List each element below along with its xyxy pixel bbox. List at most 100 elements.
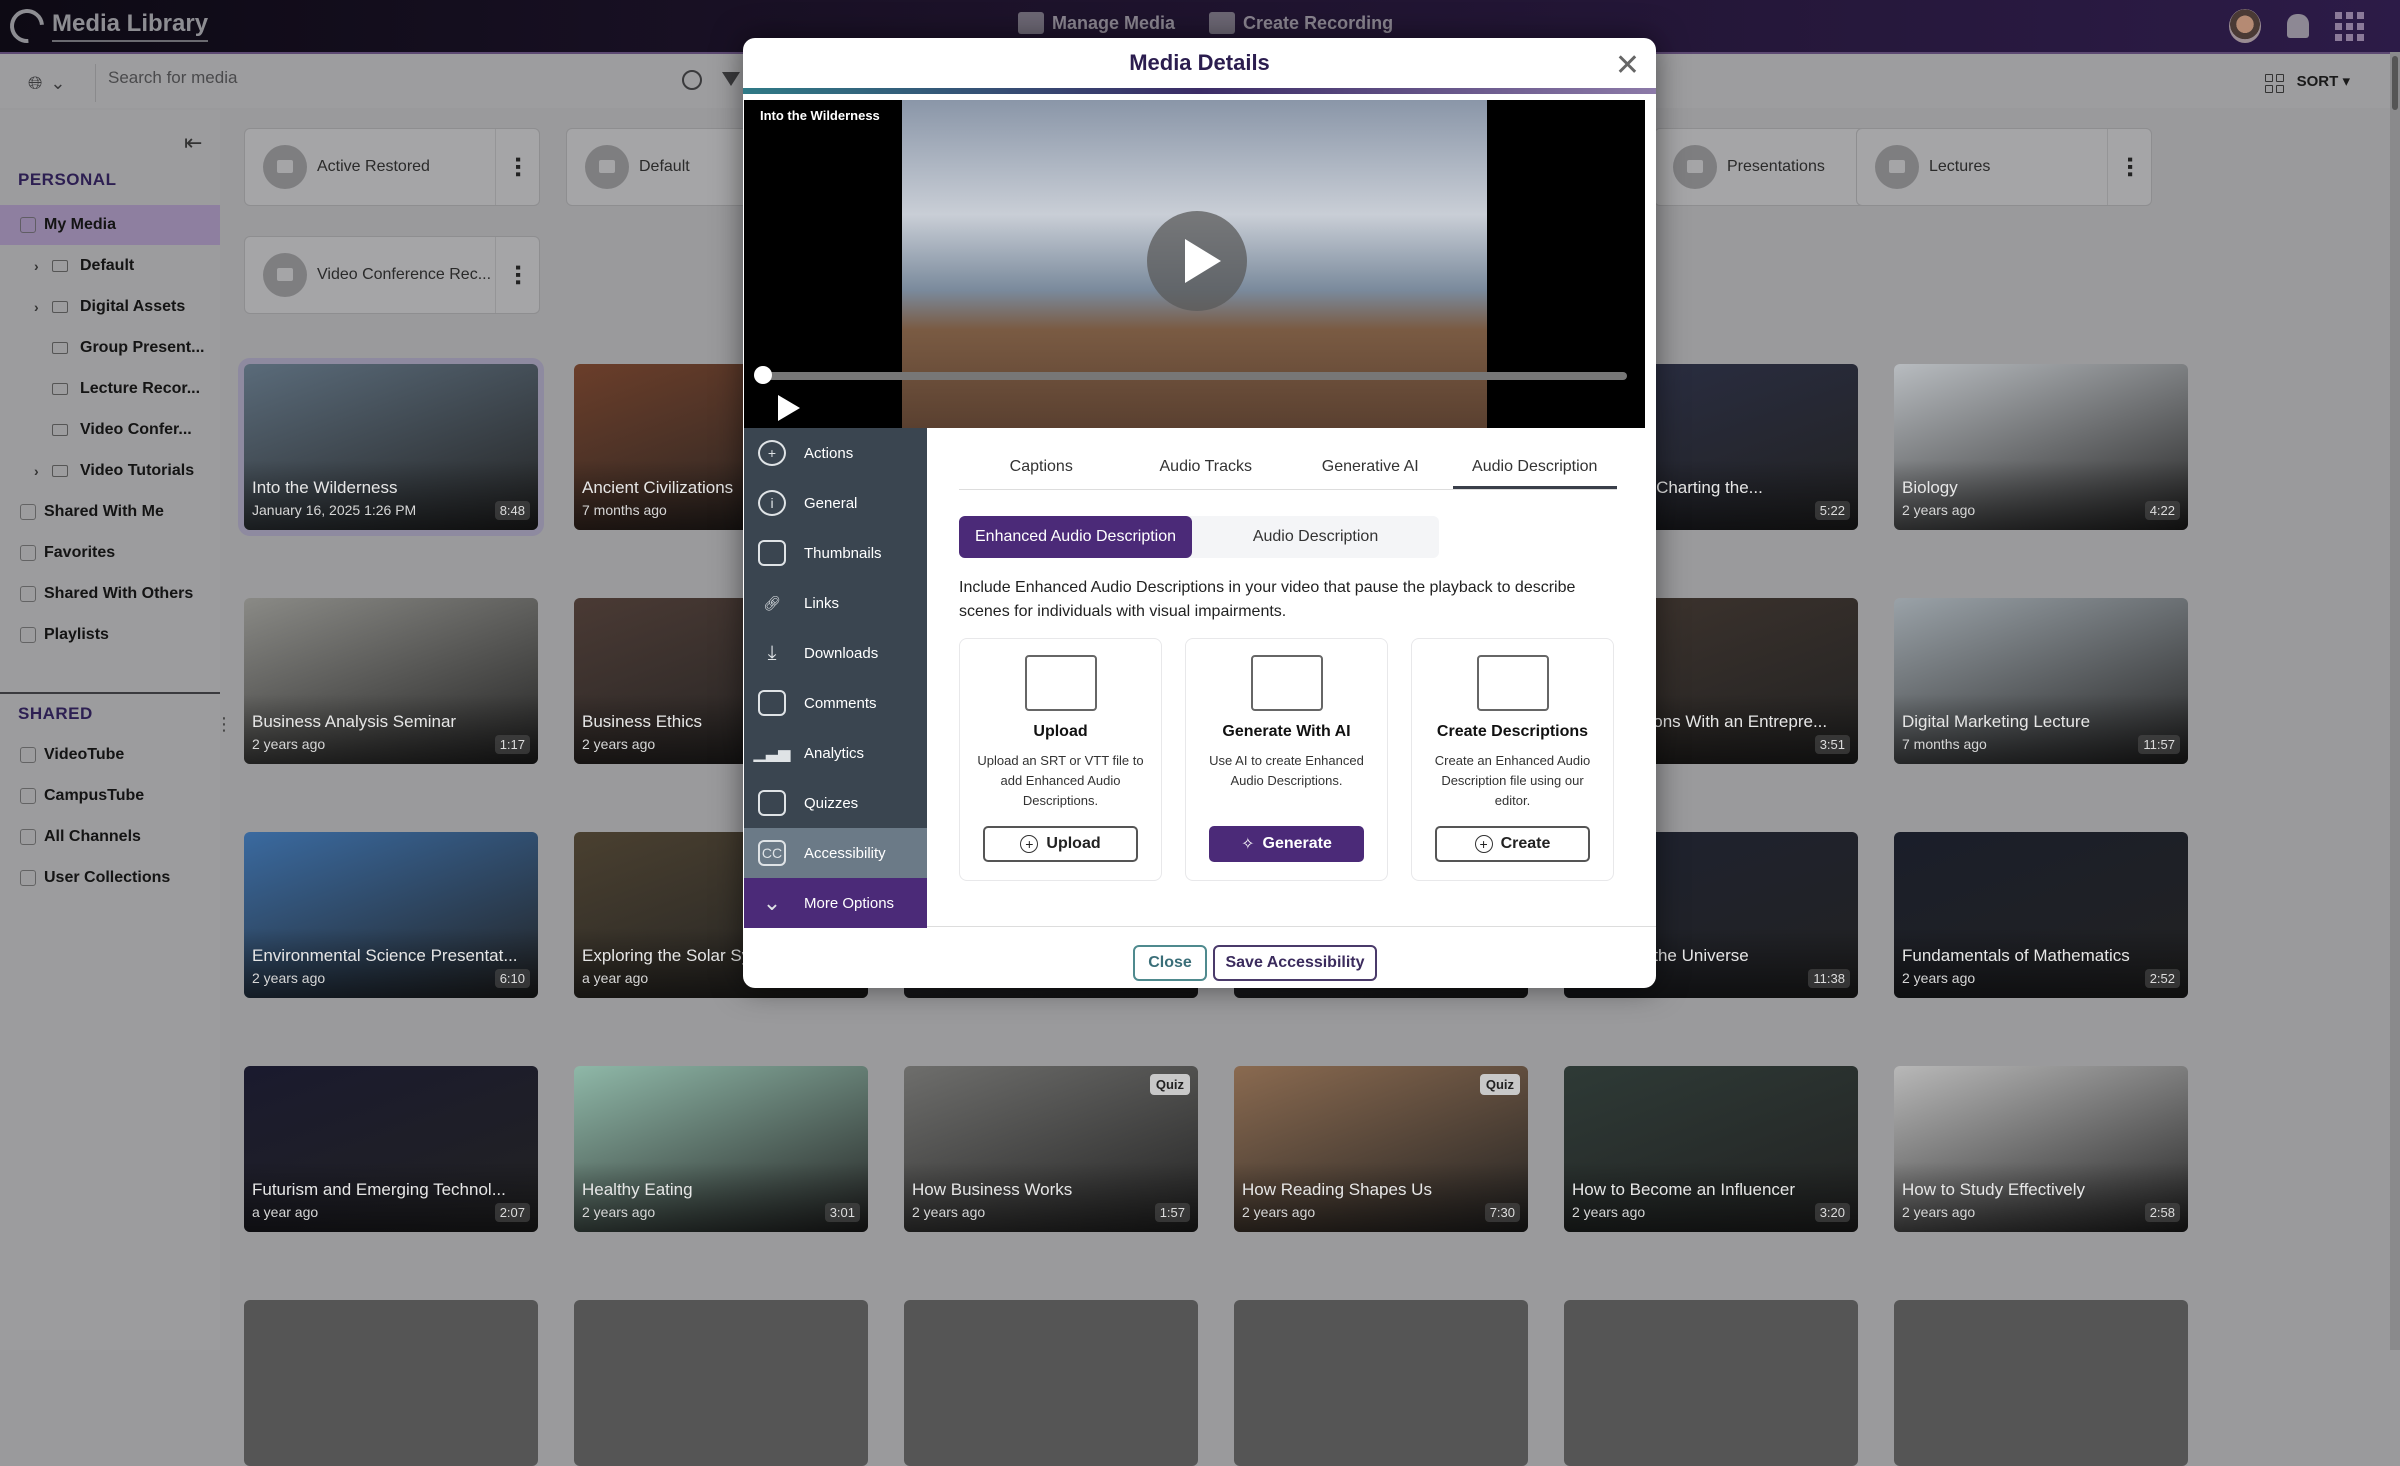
media-card[interactable]: Business Analysis Seminar 2 years ago 1:17 bbox=[244, 598, 538, 764]
media-date: 2 years ago bbox=[1902, 970, 1976, 986]
tab-audio-tracks[interactable]: Audio Tracks bbox=[1124, 448, 1289, 489]
page-scrollbar[interactable] bbox=[2390, 52, 2400, 1350]
sidebar-item-video-tutorials[interactable]: › Video Tutorials bbox=[0, 451, 220, 491]
folder-icon bbox=[52, 260, 68, 272]
media-card[interactable] bbox=[1894, 1300, 2188, 1466]
media-title: Environmental Science Presentat... bbox=[252, 946, 518, 965]
video-player[interactable]: Into the Wilderness bbox=[744, 100, 1645, 428]
sidebar-item-favorites[interactable]: Favorites bbox=[0, 533, 220, 573]
more-vertical-icon[interactable]: ⋯ bbox=[495, 129, 539, 205]
search-icon[interactable] bbox=[682, 70, 702, 90]
user-avatar[interactable] bbox=[2229, 9, 2261, 43]
users-share-icon bbox=[20, 586, 36, 602]
nav-downloads[interactable]: ⤓ Downloads bbox=[744, 628, 927, 678]
seek-bar[interactable] bbox=[760, 372, 1627, 380]
close-button[interactable]: Close bbox=[1133, 945, 1207, 981]
sidebar-item-user-collections[interactable]: User Collections bbox=[0, 858, 220, 898]
media-card[interactable]: Digital Marketing Lecture 7 months ago 11:… bbox=[1894, 598, 2188, 764]
sidebar-item-video-conference[interactable]: Video Confer... bbox=[0, 410, 220, 450]
folder-card[interactable]: Video Conference Rec... ⋯ bbox=[244, 236, 540, 314]
media-card[interactable]: Into the Wilderness January 16, 2025 1:26… bbox=[238, 358, 544, 536]
apps-grid-icon[interactable] bbox=[2335, 11, 2364, 41]
nav-accessibility[interactable]: CC Accessibility bbox=[744, 828, 927, 878]
media-card[interactable]: Healthy Eating 2 years ago 3:01 bbox=[574, 1066, 868, 1232]
search-input[interactable] bbox=[108, 68, 668, 88]
search-scope-dropdown[interactable]: 🌐︎ ⌄ bbox=[18, 64, 96, 102]
tab-audio-description[interactable]: Audio Description bbox=[1452, 448, 1617, 489]
filter-icon[interactable] bbox=[722, 72, 740, 86]
create-button[interactable]: + Create bbox=[1435, 826, 1590, 862]
chevron-right-icon[interactable]: › bbox=[34, 258, 46, 274]
media-card[interactable]: Biology 2 years ago 4:22 bbox=[1894, 364, 2188, 530]
nav-general[interactable]: i General bbox=[744, 478, 927, 528]
media-card[interactable]: Fundamentals of Mathematics 2 years ago 2:… bbox=[1894, 832, 2188, 998]
media-card[interactable]: How to Study Effectively 2 years ago 2:58 bbox=[1894, 1066, 2188, 1232]
media-card[interactable] bbox=[574, 1300, 868, 1466]
media-title: Business Analysis Seminar bbox=[252, 712, 457, 731]
folder-card[interactable]: Lectures ⋯ bbox=[1856, 128, 2152, 206]
media-title: Futurism and Emerging Technol... bbox=[252, 1180, 506, 1199]
media-card[interactable] bbox=[244, 1300, 538, 1466]
chevron-right-icon[interactable]: › bbox=[34, 299, 46, 315]
folder-icon bbox=[52, 342, 68, 354]
collapse-sidebar-icon[interactable]: ⇤ bbox=[184, 130, 202, 156]
segment-enhanced-audio-description[interactable]: Enhanced Audio Description bbox=[959, 516, 1193, 558]
media-date: 2 years ago bbox=[252, 970, 326, 986]
media-date: January 16, 2025 1:26 PM bbox=[252, 502, 417, 518]
sidebar-item-campustube[interactable]: CampusTube bbox=[0, 776, 220, 816]
upload-button[interactable]: + Upload bbox=[983, 826, 1138, 862]
media-duration: 2:52 bbox=[2144, 969, 2180, 988]
nav-more-options[interactable]: ⌄ More Options bbox=[744, 878, 927, 928]
media-duration: 1:17 bbox=[494, 735, 530, 754]
media-card[interactable] bbox=[1234, 1300, 1528, 1466]
sidebar-item-digital-assets[interactable]: › Digital Assets bbox=[0, 287, 220, 327]
media-details-modal: Media Details ✕ Into the Wilderness + Act… bbox=[743, 38, 1656, 988]
more-vertical-icon[interactable]: ⋯ bbox=[495, 237, 539, 313]
nav-links[interactable]: 🔗︎ Links bbox=[744, 578, 927, 628]
sidebar-item-default[interactable]: › Default bbox=[0, 246, 220, 286]
create-recording-link[interactable]: Create Recording bbox=[1209, 12, 1393, 34]
tab-generative-ai[interactable]: Generative AI bbox=[1288, 448, 1453, 489]
sidebar-item-shared-with-me[interactable]: Shared With Me bbox=[0, 492, 220, 532]
link-icon: 🔗︎ bbox=[763, 594, 781, 611]
sidebar-item-lecture-recordings[interactable]: Lecture Recor... bbox=[0, 369, 220, 409]
sort-dropdown[interactable]: SORT ▾ bbox=[2297, 72, 2350, 90]
sidebar-item-playlists[interactable]: Playlists bbox=[0, 615, 220, 655]
sidebar-item-all-channels[interactable]: All Channels bbox=[0, 817, 220, 857]
nav-actions[interactable]: + Actions bbox=[744, 428, 927, 478]
nav-thumbnails[interactable]: Thumbnails bbox=[744, 528, 927, 578]
chevron-right-icon[interactable]: › bbox=[34, 463, 46, 479]
app-logo[interactable]: Media Library bbox=[3, 2, 209, 50]
media-card[interactable]: How to Become an Influencer 2 years ago 3:… bbox=[1564, 1066, 1858, 1232]
sidebar-item-group-presentations[interactable]: Group Present... bbox=[0, 328, 220, 368]
sidebar-item-my-media[interactable]: My Media bbox=[0, 205, 220, 245]
manage-media-link[interactable]: Manage Media bbox=[1018, 12, 1175, 34]
close-icon[interactable]: ✕ bbox=[1615, 48, 1640, 83]
save-accessibility-button[interactable]: Save Accessibility bbox=[1213, 945, 1377, 981]
media-card[interactable]: How Reading Shapes Us 2 years ago 7:30 Quiz bbox=[1234, 1066, 1528, 1232]
description-type-toggle: Enhanced Audio Description Audio Descrip… bbox=[959, 516, 1439, 558]
folder-card[interactable]: Active Restored ⋯ bbox=[244, 128, 540, 206]
sidebar-item-shared-with-others[interactable]: Shared With Others bbox=[0, 574, 220, 614]
generate-button[interactable]: ✧ Generate bbox=[1209, 826, 1364, 862]
tab-captions[interactable]: Captions bbox=[959, 448, 1124, 489]
sidebar-item-videotube[interactable]: VideoTube bbox=[0, 735, 220, 775]
media-card[interactable]: Futurism and Emerging Technol... a year a… bbox=[244, 1066, 538, 1232]
seek-handle[interactable] bbox=[754, 366, 772, 384]
nav-quizzes[interactable]: Quizzes bbox=[744, 778, 927, 828]
media-card[interactable] bbox=[904, 1300, 1198, 1466]
big-play-button[interactable] bbox=[1147, 211, 1247, 311]
more-vertical-icon[interactable]: ⋯ bbox=[2107, 129, 2151, 205]
media-date: 2 years ago bbox=[1572, 1204, 1646, 1220]
nav-analytics[interactable]: ▁▃▅ Analytics bbox=[744, 728, 927, 778]
play-icon[interactable] bbox=[778, 395, 800, 421]
grid-view-icon[interactable] bbox=[2265, 74, 2284, 93]
media-date: a year ago bbox=[582, 970, 649, 986]
nav-comments[interactable]: Comments bbox=[744, 678, 927, 728]
segment-audio-description[interactable]: Audio Description bbox=[1192, 516, 1439, 558]
media-card[interactable]: Environmental Science Presentat... 2 year… bbox=[244, 832, 538, 998]
media-card[interactable]: How Business Works 2 years ago 1:57 Quiz bbox=[904, 1066, 1198, 1232]
option-card-upload: Upload Upload an SRT or VTT file to add … bbox=[959, 638, 1162, 881]
media-card[interactable] bbox=[1564, 1300, 1858, 1466]
bell-icon[interactable] bbox=[2287, 14, 2309, 38]
